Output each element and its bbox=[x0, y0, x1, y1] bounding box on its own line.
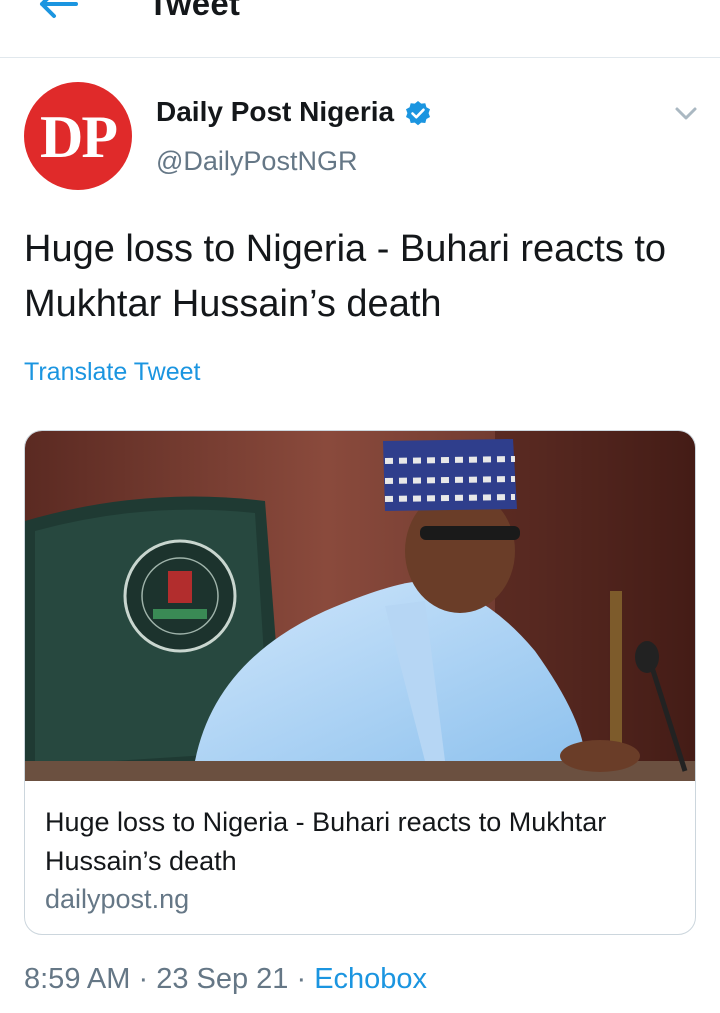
chevron-down-icon[interactable] bbox=[672, 102, 700, 124]
meta-separator: · bbox=[130, 963, 157, 995]
verified-badge-icon bbox=[406, 101, 430, 126]
author-handle[interactable]: @DailyPostNGR bbox=[156, 146, 357, 177]
tweet-text: Huge loss to Nigeria - Buhari reacts to … bbox=[24, 228, 667, 325]
tweet-metadata: 8:59 AM · 23 Sep 21 · Echobox bbox=[24, 963, 427, 996]
translate-tweet-link[interactable]: Translate Tweet bbox=[24, 358, 200, 387]
card-domain: dailypost.ng bbox=[45, 884, 190, 914]
meta-separator: · bbox=[288, 963, 315, 995]
author-name[interactable]: Daily Post Nigeria bbox=[156, 96, 394, 128]
page-title: Tweet bbox=[148, 0, 241, 22]
arrow-left-icon[interactable] bbox=[34, 0, 80, 26]
link-card[interactable]: Huge loss to Nigeria - Buhari reacts to … bbox=[24, 430, 696, 935]
tweet-date: 23 Sep 21 bbox=[156, 963, 289, 995]
avatar-logo-text: DP bbox=[40, 104, 118, 170]
avatar[interactable]: DP bbox=[24, 82, 132, 190]
card-image bbox=[25, 431, 695, 781]
tweet-time: 8:59 AM bbox=[24, 963, 131, 995]
top-bar: Tweet bbox=[0, 0, 720, 58]
tweet-source-link[interactable]: Echobox bbox=[314, 963, 427, 995]
card-title: Huge loss to Nigeria - Buhari reacts to … bbox=[45, 807, 607, 876]
